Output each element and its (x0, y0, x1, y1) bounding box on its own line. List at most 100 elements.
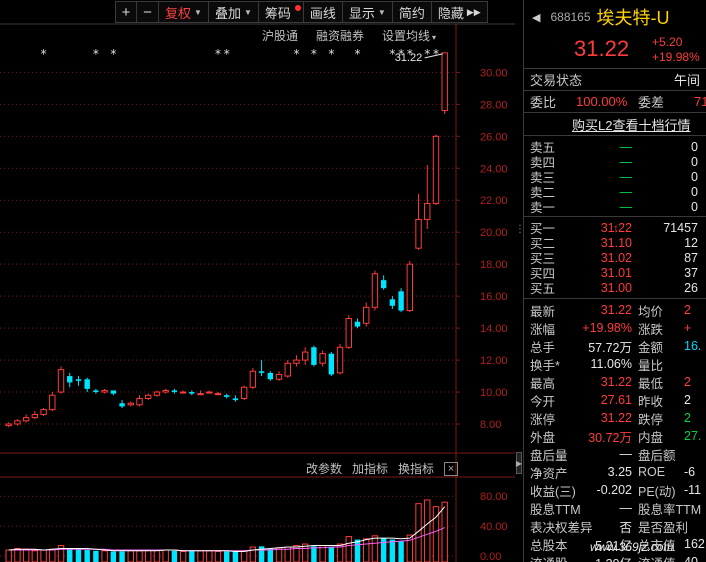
stat-row: 股息TTM — 股息率TTM (524, 499, 706, 517)
marker-star: * (293, 47, 299, 61)
draw-line-button[interactable]: 画线 (303, 1, 343, 23)
volume-bar (189, 550, 195, 562)
stats-list: 最新 31.22 均价 2 涨幅 +19.98% 涨跌 + 总手 57.72万 金额 16. 换手* 11… (524, 299, 706, 562)
fuquan-dropdown[interactable]: 复权 ▼ (159, 1, 209, 23)
candle-body (284, 362, 291, 377)
stat-value: 30.72万 (588, 430, 632, 445)
stat-value: 2 (684, 393, 691, 407)
hide-label: 隐藏 (437, 5, 464, 21)
volume-bar (214, 551, 222, 562)
chevron-down-icon: ▾ (432, 33, 437, 42)
volume-bar (119, 551, 125, 562)
candle-body (214, 393, 222, 396)
price-tick-label: 14.00 (480, 323, 508, 335)
price-row: 31.22 +5.20 +19.98% (524, 34, 706, 68)
stat-value: 27.61 (600, 393, 632, 407)
chips-label: 筹码 (264, 5, 291, 21)
volume-bar (380, 538, 387, 562)
candle-body (49, 394, 56, 411)
volume-bar (345, 536, 352, 562)
hgt-label[interactable]: 沪股通 (262, 27, 298, 44)
stat-label: 涨跌 (638, 322, 664, 337)
candle-body (162, 389, 169, 393)
ask-volume: 0 (691, 154, 698, 169)
ask-volume: 0 (691, 169, 698, 184)
zoom-in-button[interactable]: + (115, 1, 137, 23)
ask-list: 卖五 —0 卖四 —0 卖三 —0 卖二 —0 卖一 —0 (524, 136, 706, 216)
candle-body (328, 353, 335, 375)
display-dropdown[interactable]: 显示 ▼ (342, 1, 393, 23)
price-tick-label: 10.00 (480, 387, 508, 399)
stat-row: 流通股1.30亿流通值40 (524, 553, 706, 562)
marker-star: * (398, 47, 404, 61)
candle-body (101, 389, 108, 393)
zoom-out-button[interactable]: − (137, 1, 159, 23)
volume-tick-label: 0.00 (480, 551, 501, 562)
stat-label: 表决权差异 (530, 520, 593, 535)
marker-star: * (328, 47, 334, 61)
switch-indicator-button[interactable]: 换指标 (398, 460, 434, 477)
candle-body (363, 306, 370, 324)
overlay-dropdown[interactable]: 叠加 ▼ (208, 1, 259, 23)
volume-bar (145, 549, 152, 562)
bid-row[interactable]: 买五 31.00 26 (524, 280, 706, 297)
bid-label: 买五 (530, 282, 556, 296)
volume-bar (354, 539, 361, 562)
marker-star: * (41, 47, 47, 61)
triangle-left-icon[interactable]: ◀ (532, 11, 540, 24)
stat-label: 收益(三) (530, 484, 576, 499)
stat-row: 盘后量 — 盘后额 (524, 445, 706, 463)
candle-body (293, 359, 300, 364)
stat-row: 涨停 31.22 跌停 2 (524, 409, 706, 427)
hide-button[interactable]: 隐藏 ▶▶ (431, 1, 488, 23)
price-tick-label: 16.00 (480, 291, 508, 303)
volume-tick-label: 80.00 (480, 491, 508, 503)
kline-chart[interactable]: 30.00 28.00 26.00 24.00 22.00 20.00 18.00 16.00… (0, 0, 515, 562)
stat-label: 净资产 (530, 466, 568, 481)
stat-value: 162 (684, 537, 705, 551)
candle-body (224, 395, 230, 397)
candle-body (354, 321, 361, 327)
candle-body (415, 218, 422, 249)
simple-mode-button[interactable]: 简约 (392, 1, 432, 23)
stat-label: 最高 (530, 376, 556, 391)
candle-body (240, 386, 248, 399)
chips-button[interactable]: 筹码 (258, 1, 304, 23)
bid-volume: 26 (684, 280, 698, 295)
candle-body (40, 409, 47, 415)
candle-body (67, 376, 73, 383)
ask-row[interactable]: 卖一 — 0 (524, 199, 706, 216)
stat-row: 外盘 30.72万 内盘 27. (524, 427, 706, 445)
trade-status-row: 交易状态 午间 (524, 69, 706, 90)
candle-body (93, 390, 99, 393)
stat-value: 40 (684, 555, 698, 562)
stat-value: 2 (684, 303, 691, 317)
stat-label: ROE (638, 465, 666, 479)
close-icon[interactable]: × (444, 461, 459, 476)
candle-body (345, 318, 352, 348)
candle-body (301, 351, 309, 361)
add-indicator-button[interactable]: 加指标 (352, 460, 388, 477)
volume-bar (153, 549, 161, 562)
rzrq-label[interactable]: 融资融券 (316, 27, 364, 44)
change-params-button[interactable]: 改参数 (306, 460, 342, 477)
stat-label: 今开 (530, 394, 556, 409)
stat-value: 2 (684, 411, 691, 425)
double-chevron-right-icon: ▶▶ (466, 6, 481, 17)
stat-value: + (684, 321, 692, 335)
stat-value: -0.202 (596, 483, 632, 497)
candle-group (5, 52, 448, 428)
marker-star: * (215, 47, 221, 61)
settings-ma-button[interactable]: 设置均线 ▾ (382, 27, 436, 44)
buy-l2-link[interactable]: 购买L2查看十档行情 (524, 113, 706, 135)
collapse-panel-handle[interactable]: ▶ (516, 452, 522, 474)
price-tick-label: 24.00 (480, 163, 508, 175)
bid-price: 31.02 (600, 250, 632, 265)
stat-value: -11 (684, 483, 702, 497)
candle-body (424, 202, 431, 220)
chevron-down-icon: ▼ (243, 7, 252, 17)
ask-volume: 0 (691, 199, 698, 214)
price-tick-label: 18.00 (480, 259, 508, 271)
quote-panel: ◀ 688165 埃夫特-U 31.22 +5.20 +19.98% 交易状态 … (523, 0, 706, 562)
chart-toolbar: + − 复权 ▼ 叠加 ▼ 筹码 画线 显示 ▼ 简约 隐藏 ▶▶ (115, 1, 488, 23)
